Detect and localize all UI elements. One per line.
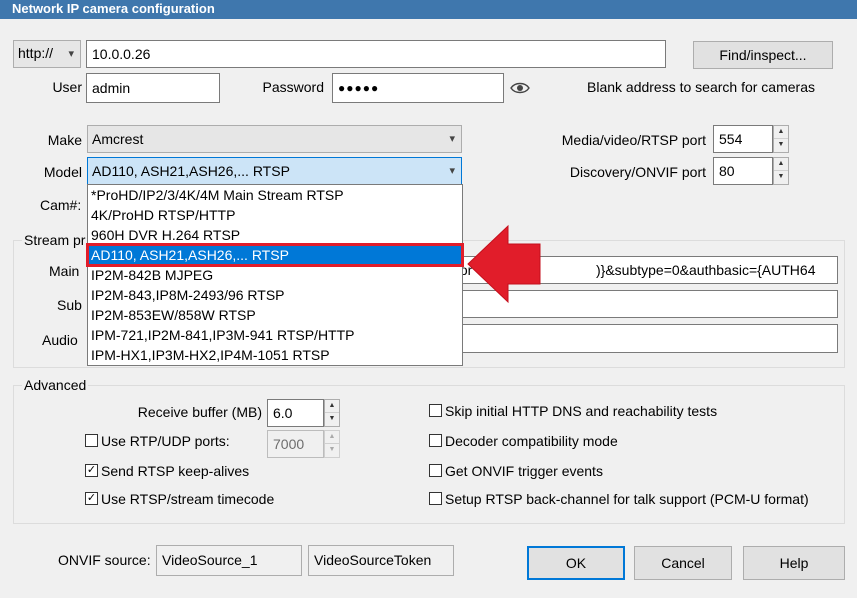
model-dropdown-list[interactable]: *ProHD/IP2/3/4K/4M Main Stream RTSP 4K/Pr… (86, 184, 464, 366)
password-input[interactable]: ●●●●● (332, 73, 504, 103)
skip-dns-label: Skip initial HTTP DNS and reachability t… (445, 403, 718, 419)
model-value: AD110, ASH21,ASH26,... RTSP (92, 163, 290, 179)
onvif-port-label: Discovery/ONVIF port (569, 164, 706, 180)
receive-buffer-label: Receive buffer (MB) (137, 404, 262, 420)
spin-down-icon[interactable]: ▼ (325, 413, 339, 426)
main-stream-value-right: )}&subtype=0&authbasic={AUTH64 (596, 262, 816, 278)
model-select[interactable]: AD110, ASH21,ASH26,... RTSP ▾ (87, 157, 462, 185)
decoder-compat-checkbox[interactable] (429, 434, 442, 447)
video-source-token-field[interactable]: VideoSourceToken (308, 545, 454, 576)
keepalive-checkbox[interactable]: ✓ (85, 464, 98, 477)
onvif-trigger-checkbox[interactable] (429, 464, 442, 477)
model-option[interactable]: *ProHD/IP2/3/4K/4M Main Stream RTSP (88, 185, 462, 205)
password-label: Password (262, 79, 324, 95)
receive-buffer-input[interactable]: 6.0 (267, 399, 324, 427)
timecode-label: Use RTSP/stream timecode (101, 491, 275, 507)
spin-down-icon[interactable]: ▼ (774, 139, 788, 152)
address-input[interactable]: 10.0.0.26 (86, 40, 666, 68)
ok-button[interactable]: OK (527, 546, 625, 580)
rtp-udp-label: Use RTP/UDP ports: (101, 433, 230, 449)
chevron-down-icon: ▾ (68, 48, 74, 60)
backchannel-checkbox[interactable] (429, 492, 442, 505)
model-option[interactable]: AD110, ASH21,ASH26,... RTSP (86, 243, 464, 267)
spin-down-icon[interactable]: ▼ (774, 171, 788, 184)
model-option[interactable]: IP2M-842B MJPEG (88, 265, 462, 285)
stream-group-title: Stream pr (22, 231, 88, 249)
model-option[interactable]: IP2M-853EW/858W RTSP (88, 305, 462, 325)
video-source-field[interactable]: VideoSource_1 (156, 545, 302, 576)
find-inspect-button[interactable]: Find/inspect... (693, 41, 833, 69)
make-value: Amcrest (92, 131, 144, 147)
spin-down-icon[interactable]: ▼ (325, 444, 339, 457)
receive-buffer-spinner[interactable]: ▲ ▼ (324, 399, 340, 427)
rtp-udp-port-spinner[interactable]: ▲ ▼ (324, 430, 340, 458)
window-title: Network IP camera configuration (0, 0, 857, 19)
make-select[interactable]: Amcrest ▾ (87, 125, 462, 153)
timecode-checkbox[interactable]: ✓ (85, 492, 98, 505)
model-label: Model (43, 164, 82, 180)
spin-up-icon[interactable]: ▲ (774, 158, 788, 171)
search-hint: Blank address to search for cameras (587, 79, 815, 95)
red-arrow-annotation (467, 224, 541, 304)
model-option[interactable]: IP2M-843,IP8M-2493/96 RTSP (88, 285, 462, 305)
backchannel-label: Setup RTSP back-channel for talk support… (445, 491, 809, 507)
onvif-trigger-label: Get ONVIF trigger events (445, 463, 603, 479)
onvif-port-input[interactable]: 80 (713, 157, 773, 185)
user-label: User (52, 79, 82, 95)
eye-icon[interactable] (510, 80, 530, 96)
chevron-down-icon: ▾ (449, 133, 455, 145)
cam-number-label: Cam#: (40, 197, 82, 213)
onvif-source-label: ONVIF source: (58, 552, 151, 568)
make-label: Make (47, 132, 82, 148)
model-option[interactable]: IPM-HX1,IP3M-HX2,IP4M-1051 RTSP (88, 345, 462, 365)
rtp-udp-port-input[interactable]: 7000 (267, 430, 324, 458)
main-stream-label: Main (49, 263, 80, 279)
model-option[interactable]: 4K/ProHD RTSP/HTTP (88, 205, 462, 225)
model-option[interactable]: 960H DVR H.264 RTSP (88, 225, 462, 245)
protocol-select[interactable]: http:// ▾ (13, 40, 81, 68)
media-port-input[interactable]: 554 (713, 125, 773, 153)
audio-label: Audio (42, 332, 78, 348)
onvif-port-spinner[interactable]: ▲ ▼ (773, 157, 789, 185)
user-input[interactable]: admin (86, 73, 220, 103)
advanced-group-title: Advanced (22, 376, 89, 394)
protocol-value: http:// (18, 45, 54, 61)
cancel-button[interactable]: Cancel (634, 546, 732, 580)
spin-up-icon[interactable]: ▲ (325, 431, 339, 444)
spin-up-icon[interactable]: ▲ (325, 400, 339, 413)
spin-up-icon[interactable]: ▲ (774, 126, 788, 139)
model-option[interactable]: IPM-721,IP2M-841,IP3M-941 RTSP/HTTP (88, 325, 462, 345)
sub-stream-label: Sub (57, 297, 82, 313)
skip-dns-checkbox[interactable] (429, 404, 442, 417)
media-port-spinner[interactable]: ▲ ▼ (773, 125, 789, 153)
decoder-compat-label: Decoder compatibility mode (445, 433, 618, 449)
rtp-udp-checkbox[interactable] (85, 434, 98, 447)
keepalive-label: Send RTSP keep-alives (101, 463, 250, 479)
media-port-label: Media/video/RTSP port (561, 132, 706, 148)
chevron-down-icon: ▾ (449, 165, 455, 177)
help-button[interactable]: Help (743, 546, 845, 580)
